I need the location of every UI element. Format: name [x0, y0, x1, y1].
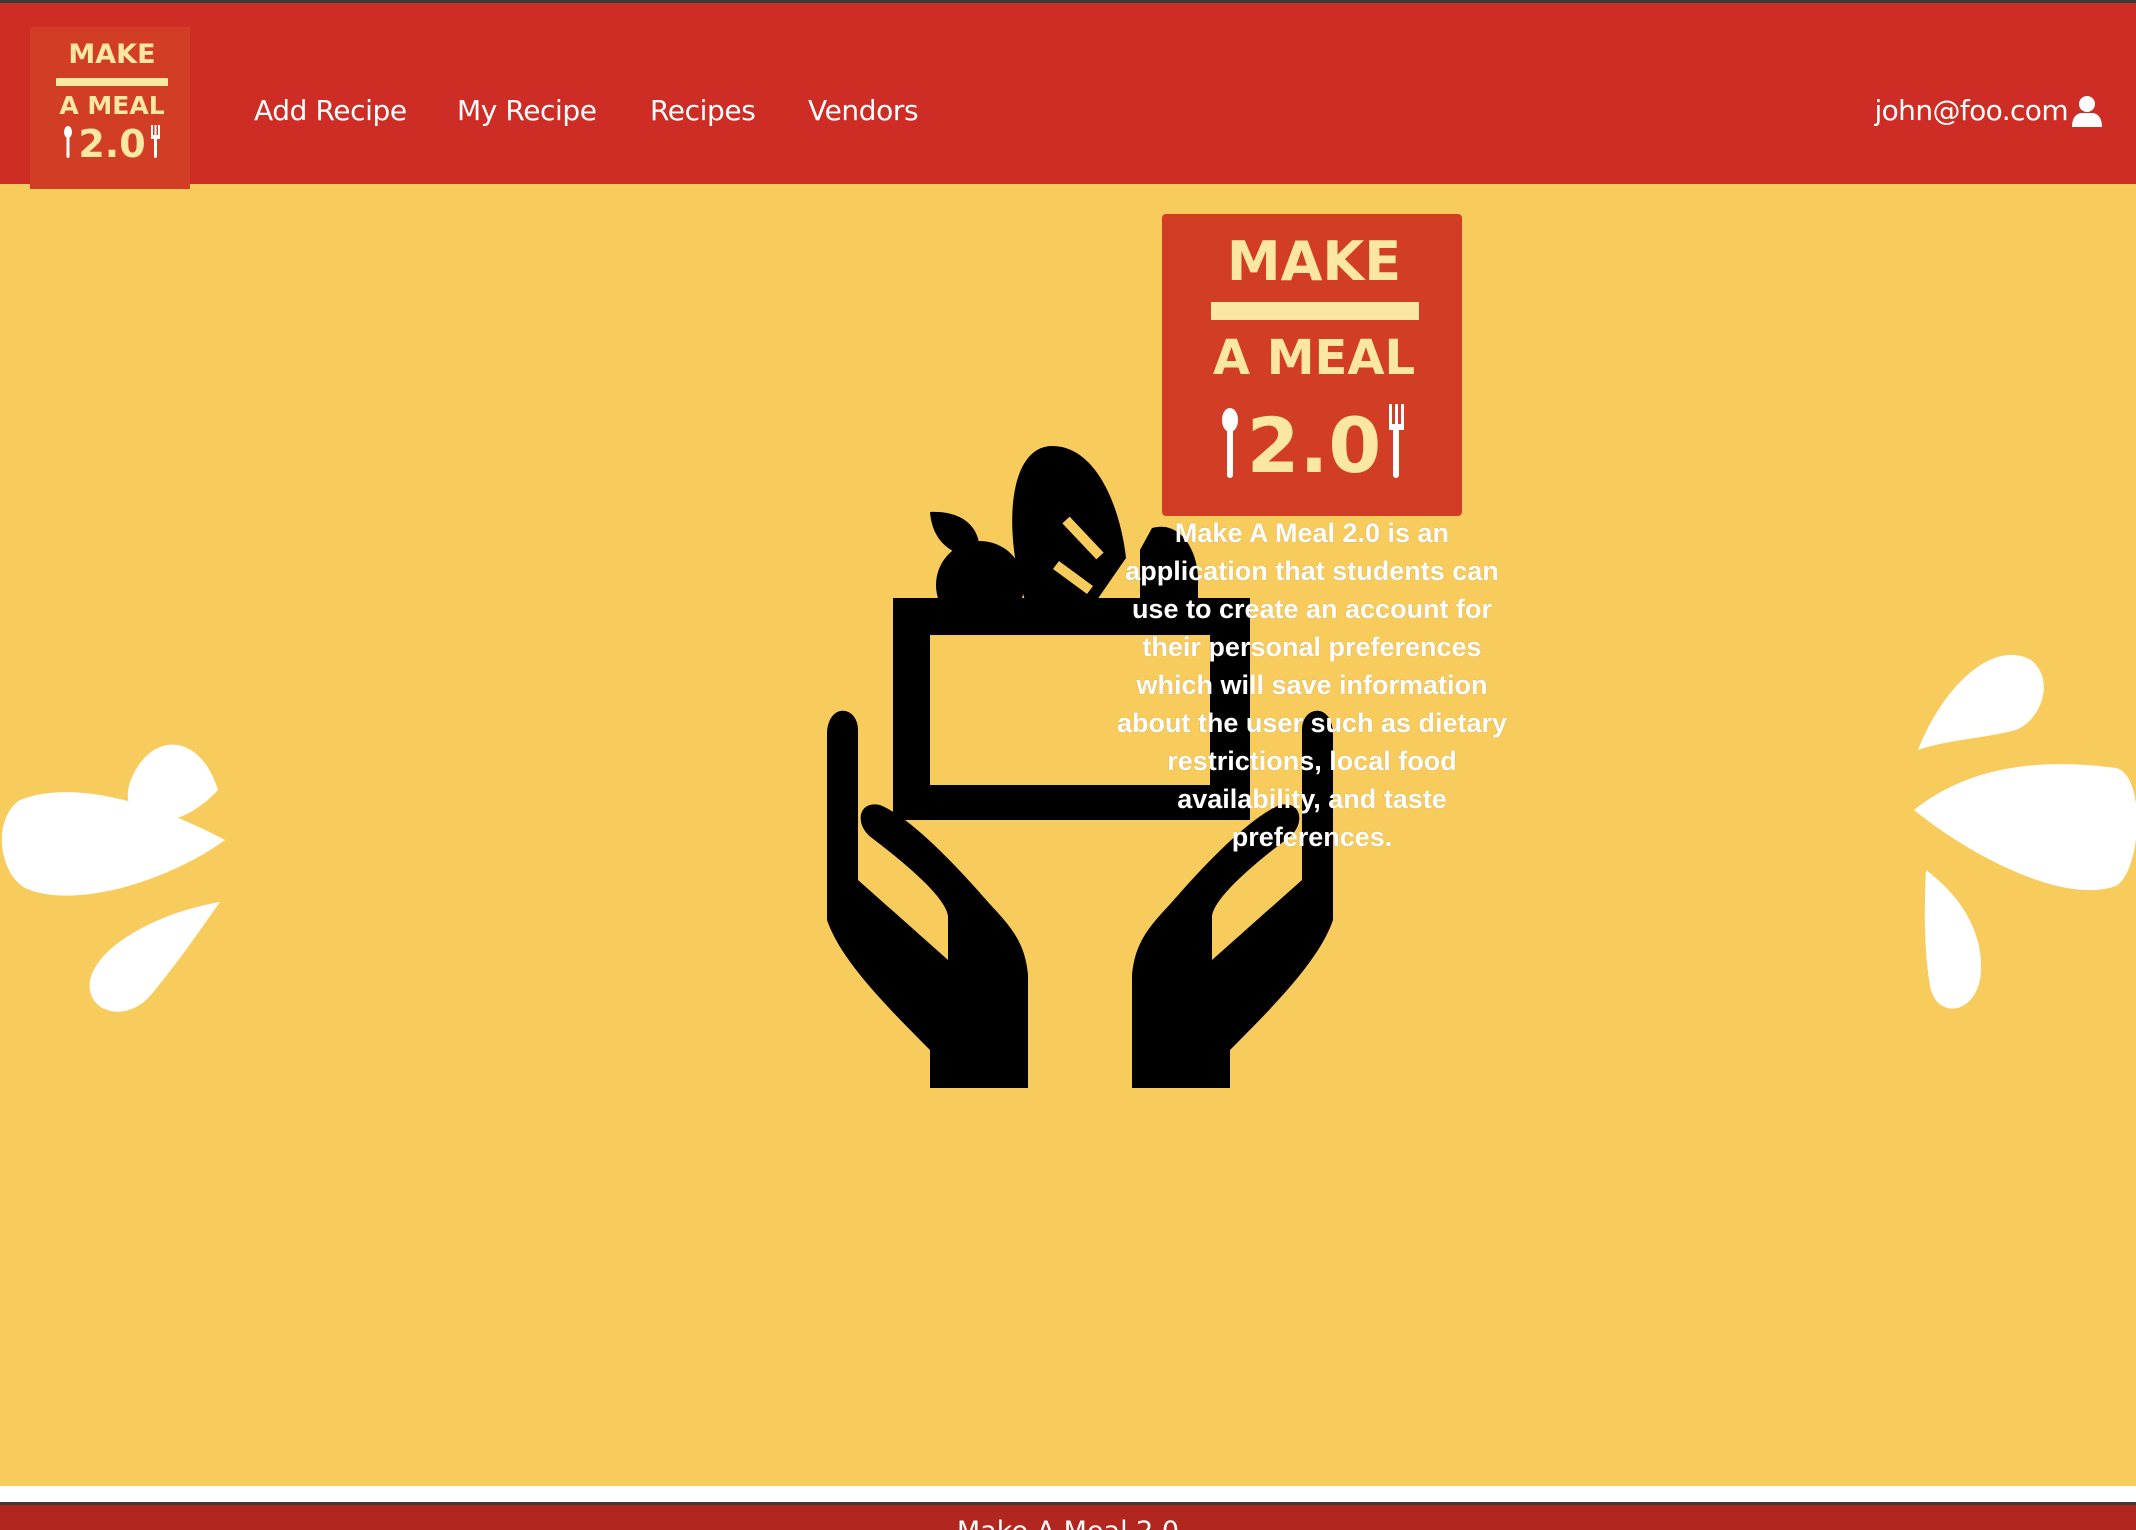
hero-logo-line-version: 2.0	[1247, 401, 1382, 490]
splash-right-icon	[1914, 654, 2136, 1009]
footer: Make A Meal 2.0	[0, 1502, 2136, 1530]
hero-logo-line-a-meal: A MEAL	[1213, 330, 1415, 386]
spoon-icon	[1222, 408, 1238, 478]
fork-icon	[1389, 404, 1404, 478]
nav-link-vendors[interactable]: Vendors	[808, 91, 919, 131]
spoon-icon	[64, 126, 72, 158]
fork-icon	[151, 125, 160, 158]
nav-link-add-recipe[interactable]: Add Recipe	[254, 91, 407, 131]
hero-logo-graphic: MAKE A MEAL 2.0	[1211, 230, 1419, 490]
footer-text: Make A Meal 2.0	[0, 1517, 2136, 1530]
nav-link-recipes[interactable]: Recipes	[650, 91, 756, 131]
footer-divider	[0, 1486, 2136, 1502]
nav-logo[interactable]: MAKE A MEAL 2.0	[30, 27, 190, 189]
logo-line-make: MAKE	[68, 39, 155, 70]
user-icon	[2072, 96, 2102, 127]
hero-description: Make A Meal 2.0 is an application that s…	[1116, 518, 1508, 852]
logo-line-a-meal: A MEAL	[59, 91, 164, 120]
nav-link-my-recipe[interactable]: My Recipe	[457, 91, 597, 131]
hero-logo-line-make: MAKE	[1227, 230, 1401, 293]
navbar: MAKE A MEAL 2.0 Add Recipe My Recipe Rec…	[0, 0, 2136, 189]
logo-line-version: 2.0	[78, 122, 145, 166]
hero-logo: MAKE A MEAL 2.0	[1162, 214, 1462, 516]
splash-left-icon	[1, 744, 226, 1012]
user-menu[interactable]: john@foo.com	[1874, 91, 2104, 131]
logo-graphic: MAKE A MEAL 2.0	[56, 39, 168, 166]
user-email: john@foo.com	[1874, 94, 2068, 127]
